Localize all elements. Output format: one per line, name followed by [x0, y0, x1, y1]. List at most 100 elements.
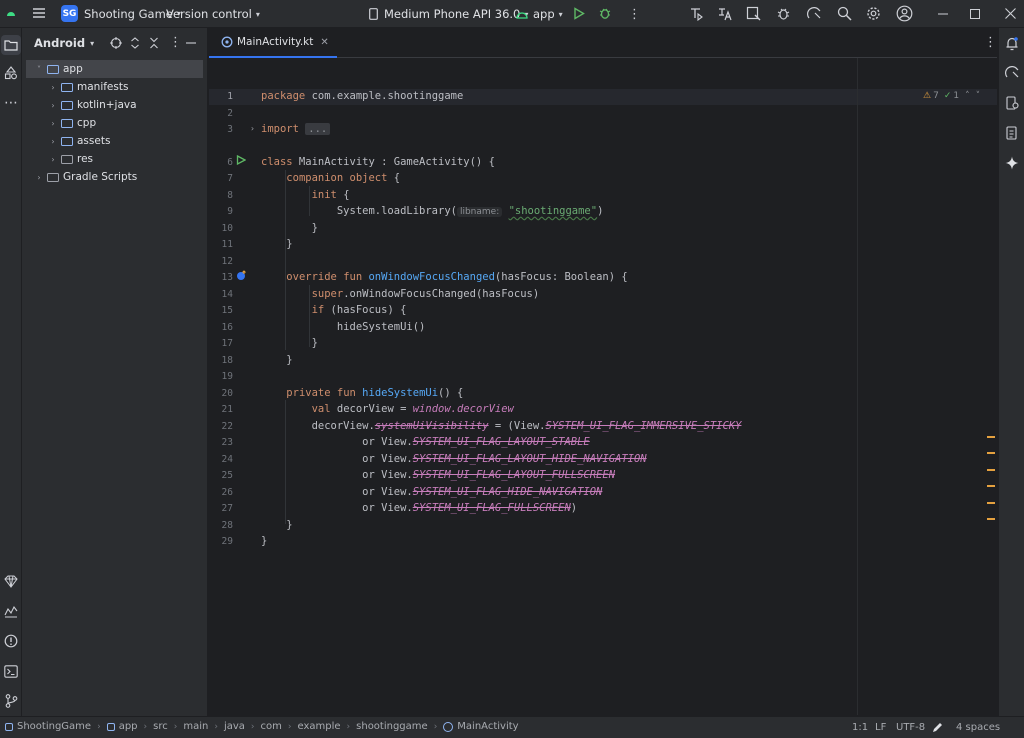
- line-separator[interactable]: LF: [875, 722, 886, 733]
- file-encoding[interactable]: UTF-8: [896, 722, 925, 733]
- run-config-selector[interactable]: app ▾: [516, 7, 563, 21]
- line-number[interactable]: 18: [209, 355, 233, 366]
- chevron-right-icon[interactable]: ›: [48, 155, 58, 164]
- line-number[interactable]: 14: [209, 289, 233, 300]
- breadcrumb-item[interactable]: shootinggame: [356, 721, 428, 732]
- tab-mainactivity[interactable]: MainActivity.kt ✕: [209, 27, 337, 58]
- notifications-bell-icon[interactable]: [1004, 35, 1020, 51]
- device-selector[interactable]: Medium Phone API 36.0 ▾: [369, 7, 528, 21]
- tree-item[interactable]: › cpp: [26, 114, 203, 132]
- more-tools-icon[interactable]: ⋯: [3, 95, 19, 111]
- warning-stripe[interactable]: [987, 452, 995, 454]
- version-control-menu[interactable]: Version control ▾: [166, 7, 260, 21]
- warning-stripe[interactable]: [987, 502, 995, 504]
- gradle-icon[interactable]: [1004, 125, 1020, 141]
- breadcrumb-item[interactable]: com: [261, 721, 282, 732]
- hide-panel-icon[interactable]: [186, 42, 196, 44]
- line-number[interactable]: 9: [209, 206, 233, 217]
- tree-item[interactable]: › Gradle Scripts: [26, 168, 203, 186]
- run-icon[interactable]: [573, 7, 585, 20]
- indent-setting[interactable]: 4 spaces: [956, 722, 1000, 733]
- git-branch-icon[interactable]: [3, 693, 19, 709]
- app-quality-insights-icon[interactable]: [3, 603, 19, 619]
- chevron-right-icon[interactable]: ›: [48, 83, 58, 92]
- line-number[interactable]: 10: [209, 223, 233, 234]
- chevron-down-icon[interactable]: ˅: [976, 91, 981, 101]
- chevron-down-icon[interactable]: ˅: [34, 65, 44, 74]
- line-number[interactable]: 26: [209, 487, 233, 498]
- layout-inspector-icon[interactable]: [746, 6, 761, 21]
- line-number[interactable]: 24: [209, 454, 233, 465]
- breadcrumb-item[interactable]: main: [183, 721, 208, 732]
- warning-stripe[interactable]: [987, 485, 995, 487]
- options-icon[interactable]: ⋮: [169, 35, 182, 50]
- main-menu-icon[interactable]: [32, 6, 46, 20]
- chevron-right-icon[interactable]: ›: [34, 173, 44, 182]
- cursor-position[interactable]: 1:1: [852, 722, 868, 733]
- line-number[interactable]: 19: [209, 371, 233, 382]
- line-number[interactable]: 1: [209, 91, 233, 102]
- line-number[interactable]: 7: [209, 173, 233, 184]
- run-gutter-icon[interactable]: [236, 155, 246, 165]
- maximize-icon[interactable]: [970, 9, 980, 19]
- debug-icon[interactable]: [598, 6, 612, 20]
- folded-imports[interactable]: ...: [305, 123, 331, 135]
- bug-icon[interactable]: [776, 6, 791, 21]
- breadcrumb-item[interactable]: src: [153, 721, 168, 732]
- tree-item[interactable]: › kotlin+java: [26, 96, 203, 114]
- close-tab-icon[interactable]: ✕: [320, 37, 328, 48]
- breadcrumb-item[interactable]: example: [297, 721, 340, 732]
- warning-stripe[interactable]: [987, 436, 995, 438]
- line-number[interactable]: 6: [209, 157, 233, 168]
- breadcrumb-item[interactable]: ShootingGame: [5, 721, 91, 732]
- line-number[interactable]: 11: [209, 239, 233, 250]
- warning-stripe[interactable]: [987, 469, 995, 471]
- collapse-all-icon[interactable]: [149, 37, 159, 49]
- tree-item[interactable]: › manifests: [26, 78, 203, 96]
- select-opened-file-icon[interactable]: [110, 37, 122, 49]
- close-icon[interactable]: [1005, 8, 1016, 19]
- resource-manager-icon[interactable]: [3, 65, 19, 81]
- breadcrumb-item[interactable]: app: [106, 721, 138, 732]
- chevron-right-icon[interactable]: ›: [48, 101, 58, 110]
- device-manager-icon[interactable]: [806, 6, 822, 21]
- warning-stripe[interactable]: [987, 518, 995, 520]
- fold-arrow-icon[interactable]: ›: [250, 124, 255, 133]
- line-number[interactable]: 15: [209, 305, 233, 316]
- chevron-right-icon[interactable]: ›: [48, 137, 58, 146]
- line-number[interactable]: 12: [209, 256, 233, 267]
- gemini-gem-icon[interactable]: [3, 573, 19, 589]
- running-devices-icon[interactable]: [1004, 65, 1020, 81]
- breadcrumb-item[interactable]: java: [224, 721, 245, 732]
- expand-all-icon[interactable]: [130, 37, 140, 49]
- tree-item[interactable]: › res: [26, 150, 203, 168]
- override-gutter-icon[interactable]: [236, 270, 247, 281]
- profiler-icon[interactable]: [689, 6, 704, 21]
- breadcrumb-item[interactable]: MainActivity: [443, 721, 519, 732]
- line-number[interactable]: 13: [209, 272, 233, 283]
- problems-icon[interactable]: [3, 633, 19, 649]
- account-icon[interactable]: [896, 5, 913, 22]
- project-folder-icon[interactable]: [1, 35, 21, 55]
- line-number[interactable]: 21: [209, 404, 233, 415]
- line-number[interactable]: 20: [209, 388, 233, 399]
- device-explorer-icon[interactable]: [1004, 95, 1020, 111]
- search-icon[interactable]: [837, 6, 852, 21]
- line-number[interactable]: 27: [209, 503, 233, 514]
- project-view-selector[interactable]: Android ▾: [34, 36, 94, 50]
- line-number[interactable]: 8: [209, 190, 233, 201]
- line-number[interactable]: 16: [209, 322, 233, 333]
- inspection-widget[interactable]: ⚠ 7 ✓ 1 ˄ ˅: [923, 91, 980, 101]
- translation-icon[interactable]: [717, 6, 732, 21]
- line-number[interactable]: 29: [209, 536, 233, 547]
- code-editor[interactable]: 1 2 3 6 7 8 9 10 11 12 13 14 15 16 17 18 19 20 21 22 23 24 25 2…: [209, 58, 997, 715]
- line-number[interactable]: 23: [209, 437, 233, 448]
- line-number[interactable]: 2: [209, 108, 233, 119]
- line-number[interactable]: 3: [209, 124, 233, 135]
- chevron-right-icon[interactable]: ›: [48, 119, 58, 128]
- line-number[interactable]: 22: [209, 421, 233, 432]
- more-actions-icon[interactable]: ⋮: [628, 7, 641, 22]
- editor-options-icon[interactable]: ⋮: [984, 35, 997, 50]
- line-number[interactable]: 17: [209, 338, 233, 349]
- gemini-sparkle-icon[interactable]: [1004, 155, 1020, 171]
